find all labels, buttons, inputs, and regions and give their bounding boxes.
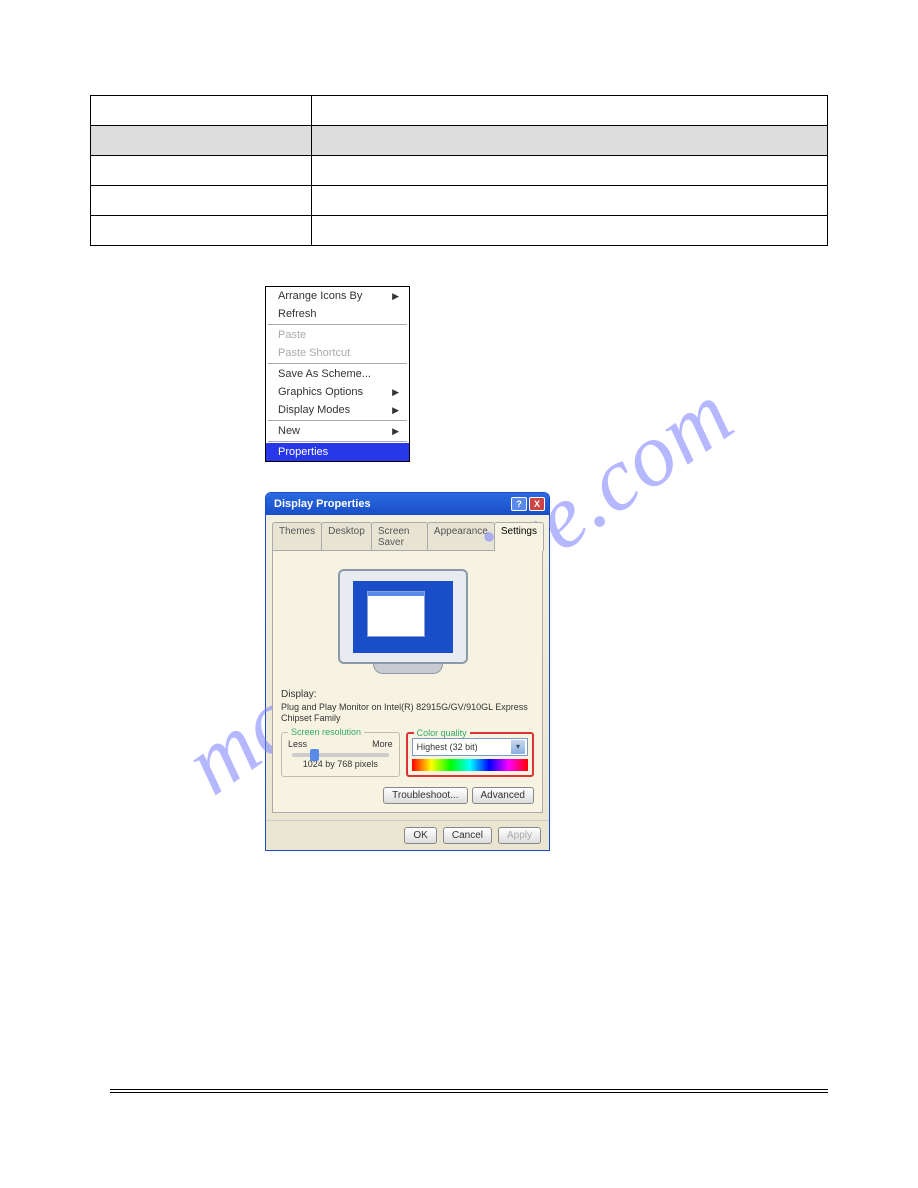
display-heading: Display: [281,689,534,700]
group-title: Color quality [414,728,470,738]
menu-label: Properties [278,446,328,458]
menu-label: Paste Shortcut [278,347,350,359]
tab-screen-saver[interactable]: Screen Saver [371,522,428,551]
resolution-value: 1024 by 768 pixels [288,759,393,769]
help-icon: ? [516,499,522,509]
ctx-new[interactable]: New ▶ [266,422,409,440]
menu-separator [268,441,407,442]
ctx-paste-shortcut: Paste Shortcut [266,344,409,362]
display-description: Plug and Play Monitor on Intel(R) 82915G… [281,702,534,724]
tab-themes[interactable]: Themes [272,522,322,551]
context-menu: Arrange Icons By ▶ Refresh Paste Paste Sh… [265,286,410,462]
settings-panel: Display: Plug and Play Monitor on Intel(… [272,550,543,813]
color-quality-group: Color quality Highest (32 bit) ▾ [406,732,534,777]
dialog-title: Display Properties [274,498,371,510]
titlebar[interactable]: Display Properties ? X [266,493,549,515]
menu-separator [268,420,407,421]
chevron-right-icon: ▶ [392,426,399,437]
table-row [91,96,828,126]
resolution-slider[interactable] [292,753,389,757]
menu-label: Paste [278,329,306,341]
menu-label: Save As Scheme... [278,368,371,380]
less-label: Less [288,739,307,749]
close-button[interactable]: X [529,497,545,511]
chevron-right-icon: ▶ [392,387,399,398]
screen-resolution-group: Screen resolution Less More 1024 by 768 … [281,732,400,777]
ok-button[interactable]: OK [404,827,436,844]
ctx-save-scheme[interactable]: Save As Scheme... [266,365,409,383]
table-row [91,156,828,186]
help-button[interactable]: ? [511,497,527,511]
menu-separator [268,363,407,364]
monitor-preview [338,569,478,674]
menu-label: Graphics Options [278,386,363,398]
menu-label: Arrange Icons By [278,290,362,302]
apply-button[interactable]: Apply [498,827,541,844]
table-row [91,126,828,156]
tabs: Themes Desktop Screen Saver Appearance S… [266,515,549,551]
ctx-arrange-icons[interactable]: Arrange Icons By ▶ [266,287,409,305]
troubleshoot-button[interactable]: Troubleshoot... [383,787,467,804]
ctx-graphics-options[interactable]: Graphics Options ▶ [266,383,409,401]
close-icon: X [534,499,540,509]
display-properties-dialog: Display Properties ? X Themes Desktop Sc… [265,492,550,851]
more-label: More [372,739,393,749]
menu-label: New [278,425,300,437]
menu-label: Refresh [278,308,317,320]
chevron-right-icon: ▶ [392,405,399,416]
color-spectrum [412,759,528,771]
tab-settings[interactable]: Settings [494,522,544,551]
spec-table [90,95,828,246]
color-quality-select[interactable]: Highest (32 bit) ▾ [412,738,528,756]
ctx-properties[interactable]: Properties [266,443,409,461]
advanced-button[interactable]: Advanced [472,787,534,804]
chevron-down-icon: ▾ [511,740,525,754]
tab-desktop[interactable]: Desktop [321,522,372,551]
ctx-paste: Paste [266,326,409,344]
footer-divider [110,1089,828,1093]
table-row [91,186,828,216]
menu-label: Display Modes [278,404,350,416]
ctx-display-modes[interactable]: Display Modes ▶ [266,401,409,419]
tab-appearance[interactable]: Appearance [427,522,495,551]
table-row [91,216,828,246]
group-title: Screen resolution [288,727,364,737]
chevron-right-icon: ▶ [392,291,399,302]
ctx-refresh[interactable]: Refresh [266,305,409,323]
menu-separator [268,324,407,325]
select-value: Highest (32 bit) [417,742,478,752]
cancel-button[interactable]: Cancel [443,827,492,844]
